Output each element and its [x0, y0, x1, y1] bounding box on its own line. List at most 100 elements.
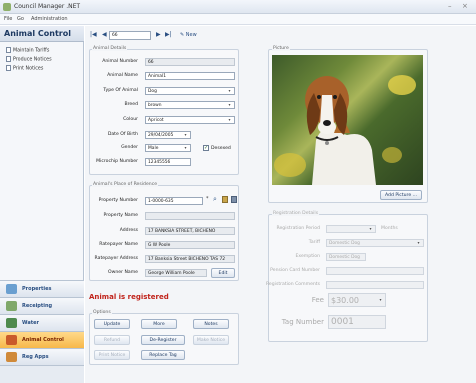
sidebar: Animal Control Maintain Tariffs Produce …	[0, 26, 84, 383]
edit-owner-button[interactable]: Edit	[211, 268, 235, 278]
label-animal-number: Animal Number	[102, 59, 138, 64]
menu-go[interactable]: Go	[17, 16, 24, 22]
refund-button[interactable]: Refund	[94, 335, 130, 345]
chevron-down-icon: ▾	[228, 102, 231, 107]
ratepayer-name-field: G W Poole	[145, 241, 235, 249]
nav-water[interactable]: Water	[0, 314, 84, 331]
label-registration-period: Registration Period	[276, 226, 321, 231]
registration-legend: Registration Details	[272, 211, 320, 216]
label-microchip-number: Microchip Number	[96, 159, 138, 164]
chevron-down-icon: ▾	[379, 297, 382, 302]
nav-footer	[0, 365, 84, 383]
beagle-image	[274, 75, 416, 185]
document-icon	[6, 65, 11, 71]
label-colour: Colour	[123, 117, 138, 122]
application-icon	[6, 352, 17, 362]
window-title: Council Manager .NET	[14, 3, 81, 10]
sidebar-item-print-notices[interactable]: Print Notices	[6, 65, 43, 72]
de-register-button[interactable]: De-Register	[141, 335, 185, 345]
colour-select[interactable]: Apricot ▾	[145, 116, 235, 124]
label-type-of-animal: Type Of Animal	[103, 88, 138, 93]
record-number-field[interactable]: 66	[109, 31, 151, 40]
label-address: Address	[119, 228, 138, 233]
make-notice-button[interactable]: Make Notice	[193, 335, 229, 345]
sidebar-item-maintain-tariffs[interactable]: Maintain Tariffs	[6, 47, 49, 54]
chevron-down-icon: ▾	[369, 226, 372, 231]
label-exemption: Exemption	[295, 254, 321, 259]
property-number-field[interactable]: 1-0000-635	[145, 197, 203, 205]
required-marker: *	[206, 196, 209, 202]
type-of-animal-select[interactable]: Dog ▾	[145, 87, 235, 95]
menu-file[interactable]: File	[4, 16, 12, 22]
animal-number-field: 66	[145, 58, 235, 66]
new-record-button[interactable]: ✎ New	[180, 32, 197, 38]
label-owner-name: Owner Name	[107, 270, 138, 275]
gender-select[interactable]: Male ▾	[145, 144, 191, 152]
update-button[interactable]: Update	[94, 319, 130, 329]
notes-button[interactable]: Notes	[193, 319, 229, 329]
options-legend: Options	[92, 310, 112, 315]
minimize-button[interactable]: –	[448, 2, 452, 10]
document-icon	[6, 56, 11, 62]
tag-number-label: Tag Number	[281, 318, 324, 326]
label-pension-card-number: Pension Card Number	[270, 268, 320, 273]
date-of-birth-picker[interactable]: 29/04/2005 ▾	[145, 131, 191, 139]
document-icon	[6, 47, 11, 53]
add-picture-button[interactable]: Add Picture ...	[380, 190, 422, 200]
menu-administration[interactable]: Administration	[31, 16, 68, 22]
label-breed: Breed	[124, 102, 138, 107]
property-details-icon[interactable]	[222, 196, 228, 203]
fee-field: $30.00 ▾	[328, 293, 386, 307]
desexed-label: Desexed	[211, 146, 231, 151]
grid-icon[interactable]	[231, 196, 237, 203]
print-notice-button[interactable]: Print Notice	[94, 350, 130, 360]
animal-details-group	[89, 49, 239, 175]
receipt-icon	[6, 301, 17, 311]
chevron-down-icon: ▾	[228, 117, 231, 122]
chevron-down-icon: ▾	[228, 88, 231, 93]
label-date-of-birth: Date Of Birth	[107, 132, 138, 137]
label-tariff: Tariff	[308, 240, 320, 245]
sidebar-title: Animal Control	[0, 26, 84, 42]
label-property-name: Property Name	[103, 213, 138, 218]
nav-receipting[interactable]: Receipting	[0, 297, 84, 314]
pension-card-number-field	[326, 267, 424, 275]
app-icon	[3, 3, 11, 11]
title-bar: Council Manager .NET – ×	[0, 0, 476, 14]
owner-name-field: George William Poole	[145, 269, 207, 277]
label-ratepayer-address: Ratepayer Address	[94, 256, 138, 261]
registration-comments-field	[326, 281, 424, 289]
breed-select[interactable]: brown ▾	[145, 101, 235, 109]
nav-animal-control[interactable]: Animal Control	[0, 331, 84, 348]
label-gender: Gender	[121, 145, 138, 150]
months-label: Months	[381, 226, 398, 231]
first-record-button[interactable]: |◀	[90, 31, 97, 38]
animal-name-field[interactable]: Animal1	[145, 72, 235, 80]
chevron-down-icon: ▾	[184, 132, 187, 137]
prev-record-button[interactable]: ◀	[102, 31, 107, 38]
replace-tag-button[interactable]: Replace Tag	[141, 350, 185, 360]
house-icon	[6, 284, 17, 294]
registration-status: Animal is registered	[89, 293, 169, 301]
label-animal-name: Animal Name	[107, 73, 138, 78]
registration-period-select: ▾	[326, 225, 376, 233]
picture-legend: Picture	[272, 46, 290, 51]
label-ratepayer-name: Ratepayer Name	[99, 242, 138, 247]
label-registration-comments: Registration Comments	[265, 282, 320, 287]
exemption-field: Domestic Dog	[326, 253, 366, 261]
more-button[interactable]: More	[141, 319, 177, 329]
nav-properties[interactable]: Properties	[0, 280, 84, 297]
fee-label: Fee	[311, 296, 324, 304]
animal-icon	[6, 335, 17, 345]
close-button[interactable]: ×	[462, 2, 468, 10]
property-name-field	[145, 212, 235, 220]
nav-reg-apps[interactable]: Reg Apps	[0, 348, 84, 365]
search-icon[interactable]: ⌕	[213, 195, 217, 204]
water-icon	[6, 318, 17, 328]
microchip-number-field[interactable]: 12345556	[145, 158, 191, 166]
next-record-button[interactable]: ▶	[156, 31, 161, 38]
sidebar-item-produce-notices[interactable]: Produce Notices	[6, 56, 52, 63]
last-record-button[interactable]: ▶|	[165, 31, 172, 38]
chevron-down-icon: ▾	[184, 145, 187, 150]
desexed-checkbox[interactable]: ✓	[203, 145, 209, 151]
